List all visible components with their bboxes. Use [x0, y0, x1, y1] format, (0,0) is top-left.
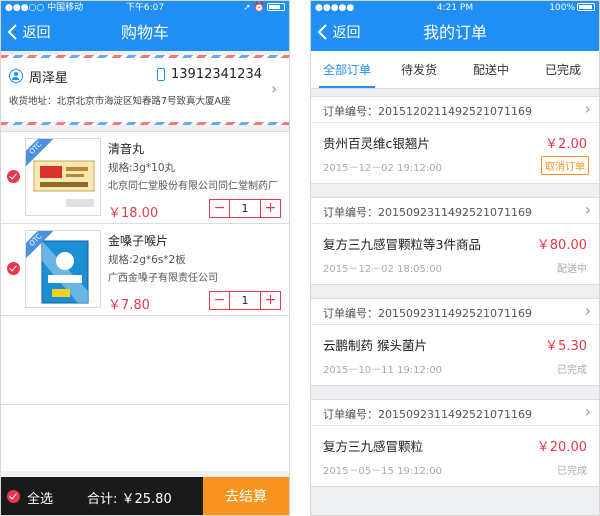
order-product-name: 贵州百灵维c银翘片	[323, 136, 430, 151]
tab-all-orders[interactable]: 全部订单	[311, 51, 383, 88]
chevron-right-icon: ›	[584, 301, 591, 320]
order-card[interactable]: 订单编号：2015092311492521071169 › 云鹏制药 猴头菌片 …	[311, 298, 599, 386]
chevron-right-icon: ›	[271, 79, 278, 98]
quantity-value[interactable]: 1	[229, 292, 261, 309]
order-number: 订单编号：2015092311492521071169	[323, 206, 532, 219]
order-header[interactable]: 订单编号：2015092311492521071169 ›	[311, 299, 599, 325]
phone-icon	[157, 68, 165, 81]
product-spec: 规格:3g*10丸	[108, 162, 175, 174]
item-checkbox[interactable]	[7, 262, 20, 275]
chevron-right-icon: ›	[584, 99, 591, 118]
battery-percent: 100%	[549, 3, 575, 13]
order-card[interactable]: 订单编号：2015092311492521071169 › 复方三九感冒颗粒 ￥…	[311, 399, 599, 487]
product-price: ￥7.80	[108, 298, 150, 313]
chevron-left-icon	[7, 24, 17, 40]
order-card[interactable]: 订单编号：201512021149252107116​9 › 贵州百灵维c银翘片…	[311, 96, 599, 184]
order-number: 订单编号：201512021149252107116​9	[323, 105, 532, 118]
order-price: ￥2.00	[545, 137, 587, 152]
decrease-button[interactable]: −	[210, 200, 229, 217]
status-extra: ➚ ⏰	[243, 3, 265, 13]
product-price: ￥18.00	[108, 206, 159, 221]
back-button[interactable]: 返回	[7, 15, 50, 51]
chevron-right-icon: ›	[584, 402, 591, 421]
recipient-phone: 13912341234	[171, 67, 262, 82]
tab-to-ship[interactable]: 待发货	[383, 51, 455, 88]
product-maker: 北京同仁堂股份有限公司同仁堂制药厂	[108, 181, 278, 192]
cancel-order-button[interactable]: 取消订单	[541, 156, 589, 175]
checkout-button[interactable]: 去结算	[203, 477, 289, 515]
order-status: 已完成	[557, 466, 587, 477]
delivery-address-card[interactable]: 周泽星 13912341234 收货地址：北京北京市海淀区知春路7号致真大厦A座…	[1, 55, 289, 125]
product-name: 金嗓子喉片	[108, 234, 169, 248]
battery-icon	[577, 3, 595, 11]
order-status: 已完成	[557, 365, 587, 376]
product-maker: 广西金嗓子有限责任公司	[108, 273, 218, 284]
battery-icon	[267, 3, 285, 11]
back-label: 返回	[332, 25, 361, 41]
quantity-stepper: − 1 +	[209, 291, 281, 310]
order-product-name: 云鹏制药 猴头菌片	[323, 338, 427, 353]
order-price: ￥5.30	[545, 339, 587, 354]
order-header[interactable]: 订单编号：2015092311492521071169 ›	[311, 400, 599, 426]
status-bar: ●●●○○ 中国移动 下午6:07 ➚ ⏰	[1, 1, 289, 15]
divider	[1, 404, 289, 405]
tab-in-delivery[interactable]: 配送中	[455, 51, 527, 88]
back-button[interactable]: 返回	[317, 15, 360, 51]
product-name: 清音丸	[108, 142, 145, 156]
quantity-value[interactable]: 1	[229, 200, 261, 217]
envelope-stripe-top	[1, 55, 289, 58]
nav-bar: 返回 购物车	[1, 15, 289, 51]
back-label: 返回	[22, 25, 51, 41]
quantity-stepper: − 1 +	[209, 199, 281, 218]
order-tabs: 全部订单 待发货 配送中 已完成	[311, 51, 599, 89]
order-time: 2015－10－11 19:12:00	[323, 365, 442, 376]
orders-screen: ●●●●● 4:21 PM 100% 返回 我的订单 全部订单 待发货 配送中 …	[310, 0, 600, 516]
decrease-button[interactable]: −	[210, 292, 229, 309]
order-header[interactable]: 订单编号：201512021149252107116​9 ›	[311, 97, 599, 123]
envelope-stripe-bottom	[1, 122, 289, 125]
order-card[interactable]: 订单编号：2015092311492521071169 › 复方三九感冒颗粒等3…	[311, 197, 599, 285]
status-bar: ●●●●● 4:21 PM 100%	[311, 1, 599, 15]
order-product-name: 复方三九感冒颗粒	[323, 439, 424, 454]
order-number: 订单编号：2015092311492521071169	[323, 307, 532, 320]
cart-item: OTC 清音丸 规格:3g*10丸 北京同仁堂股份有限公司同仁堂制药厂 ￥18.…	[1, 132, 289, 224]
order-number: 订单编号：2015092311492521071169	[323, 408, 532, 421]
order-product-name: 复方三九感冒颗粒等3件商品	[323, 237, 481, 252]
cart-item: OTC 金嗓子喉片 规格:2g*6s*2板 广西金嗓子有限责任公司 ￥7.80 …	[1, 224, 289, 316]
order-time: 2015－12－02 19:12:00	[323, 163, 442, 174]
status-icons: ➚ ⏰	[243, 1, 285, 15]
person-icon	[9, 69, 23, 83]
order-time: 2015－12－02 18:05:00	[323, 264, 442, 275]
product-image[interactable]: OTC	[25, 138, 101, 216]
order-status: 配送中	[557, 264, 587, 275]
order-header[interactable]: 订单编号：2015092311492521071169 ›	[311, 198, 599, 224]
item-checkbox[interactable]	[7, 170, 20, 183]
status-icons: 100%	[549, 1, 595, 15]
tab-completed[interactable]: 已完成	[527, 51, 599, 88]
cart-screen: ●●●○○ 中国移动 下午6:07 ➚ ⏰ 返回 购物车 周泽星 1391234…	[0, 0, 290, 516]
select-all-checkbox[interactable]	[7, 490, 20, 503]
order-time: 2015－05－15 19:12:00	[323, 466, 442, 477]
address-line: 收货地址：北京北京市海淀区知春路7号致真大厦A座	[9, 96, 231, 107]
chevron-left-icon	[317, 24, 327, 40]
recipient-name: 周泽星	[29, 71, 69, 86]
cart-item-list: OTC 清音丸 规格:3g*10丸 北京同仁堂股份有限公司同仁堂制药厂 ￥18.…	[1, 131, 289, 471]
chevron-right-icon: ›	[584, 200, 591, 219]
product-spec: 规格:2g*6s*2板	[108, 254, 186, 266]
cart-footer: 全选 合计: ￥25.80 去结算	[1, 477, 289, 515]
order-price: ￥80.00	[536, 238, 587, 253]
nav-bar: 返回 我的订单	[311, 15, 599, 51]
product-image[interactable]: OTC	[25, 230, 101, 308]
increase-button[interactable]: +	[261, 292, 280, 309]
order-price: ￥20.00	[536, 440, 587, 455]
select-all-label[interactable]: 全选	[27, 488, 53, 507]
increase-button[interactable]: +	[261, 200, 280, 217]
cart-total: 合计: ￥25.80	[87, 492, 172, 507]
